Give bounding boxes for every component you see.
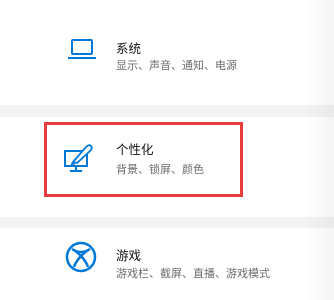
highlight-box (44, 122, 243, 197)
laptop-icon (66, 35, 98, 67)
xbox-icon (65, 241, 97, 273)
tile-description: 游戏栏、截屏、直播、游戏模式 (116, 267, 270, 280)
tile-title: 系统 (116, 41, 142, 56)
tile-title: 游戏 (116, 248, 142, 263)
settings-tile-system[interactable]: 系统 显示、声音、通知、电源 (0, 0, 334, 105)
tile-description: 显示、声音、通知、电源 (116, 59, 237, 72)
settings-tile-gaming[interactable]: 游戏 游戏栏、截屏、直播、游戏模式 (0, 228, 334, 300)
page-edge-shadow (302, 0, 334, 300)
